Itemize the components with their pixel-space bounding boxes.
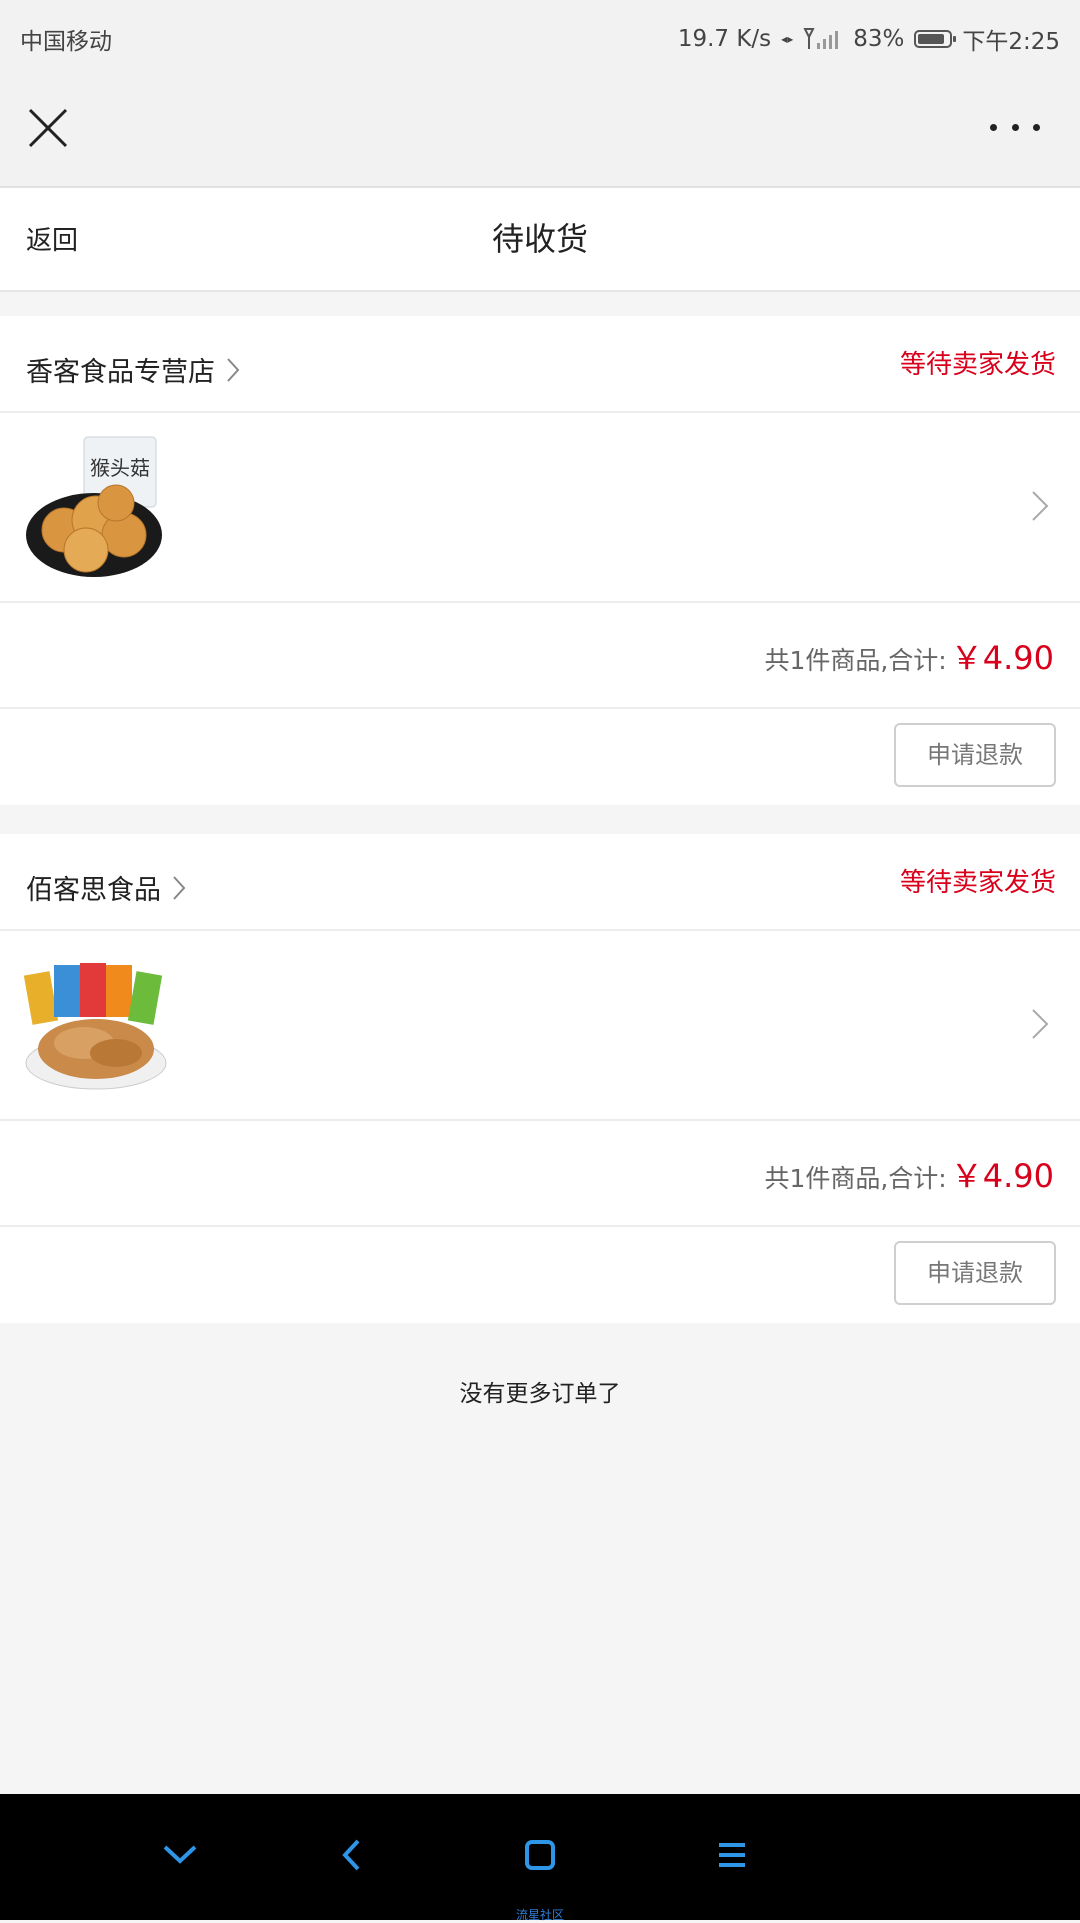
order-card: 佰客思食品 等待卖家发货 共1件商品,合计: ￥4.90 申请退款 <box>0 834 1080 1323</box>
chevron-down-icon <box>163 1845 197 1864</box>
action-row: 申请退款 <box>0 709 1080 805</box>
order-summary: 共1件商品,合计: ￥4.90 <box>0 603 1080 709</box>
no-more-orders-text: 没有更多订单了 <box>459 1381 621 1407</box>
summary-label: 共1件商品,合计: <box>764 646 947 675</box>
home-square-icon <box>525 1840 555 1870</box>
shop-row[interactable]: 佰客思食品 等待卖家发货 <box>0 834 1080 931</box>
battery-icon <box>914 30 957 48</box>
page-header: 返回 待收货 <box>0 188 1080 292</box>
more-dot-icon <box>990 123 997 131</box>
back-arrow-icon <box>342 1839 360 1871</box>
order-status: 等待卖家发货 <box>899 350 1056 380</box>
clock: 下午2:25 <box>962 29 1060 55</box>
watermark-text: 流星社区 <box>515 1908 564 1922</box>
page-title: 待收货 <box>491 220 588 258</box>
menu-icon <box>719 1843 745 1867</box>
status-bar: 中国移动 19.7 K/s ◂▸ 83% 下午2:25 <box>0 0 1080 72</box>
shop-link[interactable]: 香客食品专营店 <box>26 350 241 389</box>
chevron-right-icon <box>1032 491 1049 521</box>
pork-floss-product-image <box>24 963 167 1090</box>
system-nav-bar: 流星社区 <box>0 1794 1080 1922</box>
chevron-right-icon <box>227 357 240 382</box>
more-options-button[interactable] <box>990 112 1040 142</box>
chevron-right-icon <box>1032 1009 1049 1039</box>
order-status: 等待卖家发货 <box>899 868 1056 898</box>
order-card: 香客食品专营店 等待卖家发货 猴头菇 共1件商品,合计: ￥4.90 申请退款 <box>0 316 1080 805</box>
shop-row[interactable]: 香客食品专营店 等待卖家发货 <box>0 316 1080 413</box>
chevron-right-icon <box>173 875 186 900</box>
order-total: ￥4.90 <box>950 1157 1054 1195</box>
battery-percent: 83% <box>853 26 905 52</box>
network-speed: 19.7 K/s <box>677 26 772 52</box>
order-total: ￥4.90 <box>950 639 1054 677</box>
order-summary: 共1件商品,合计: ￥4.90 <box>0 1121 1080 1227</box>
summary-label: 共1件商品,合计: <box>764 1164 947 1193</box>
refund-button[interactable]: 申请退款 <box>894 723 1056 787</box>
data-arrows-icon: ◂▸ <box>781 32 794 46</box>
more-dot-icon <box>1011 123 1019 131</box>
carrier-name: 中国移动 <box>20 29 112 55</box>
close-icon <box>28 108 68 148</box>
product-row[interactable]: 猴头菇 <box>0 413 1080 603</box>
status-icons: 19.7 K/s ◂▸ 83% 下午2:25 <box>678 22 1060 56</box>
nav-menu-button[interactable] <box>707 1830 757 1880</box>
action-row: 申请退款 <box>0 1227 1080 1323</box>
more-dot-icon <box>1033 123 1040 131</box>
svg-text:猴头菇: 猴头菇 <box>90 456 150 480</box>
nav-back-button[interactable] <box>327 1830 377 1880</box>
shop-name: 佰客思食品 <box>26 875 161 906</box>
cookie-product-image: 猴头菇 <box>26 436 162 577</box>
signal-icon <box>803 28 839 49</box>
refund-button[interactable]: 申请退款 <box>894 1241 1056 1305</box>
nav-home-button[interactable] <box>515 1830 565 1880</box>
webview-toolbar <box>0 72 1080 188</box>
product-row[interactable] <box>0 931 1080 1121</box>
close-button[interactable] <box>26 106 70 150</box>
shop-name: 香客食品专营店 <box>26 357 215 388</box>
shop-link[interactable]: 佰客思食品 <box>26 868 187 907</box>
collapse-button[interactable] <box>155 1830 205 1880</box>
